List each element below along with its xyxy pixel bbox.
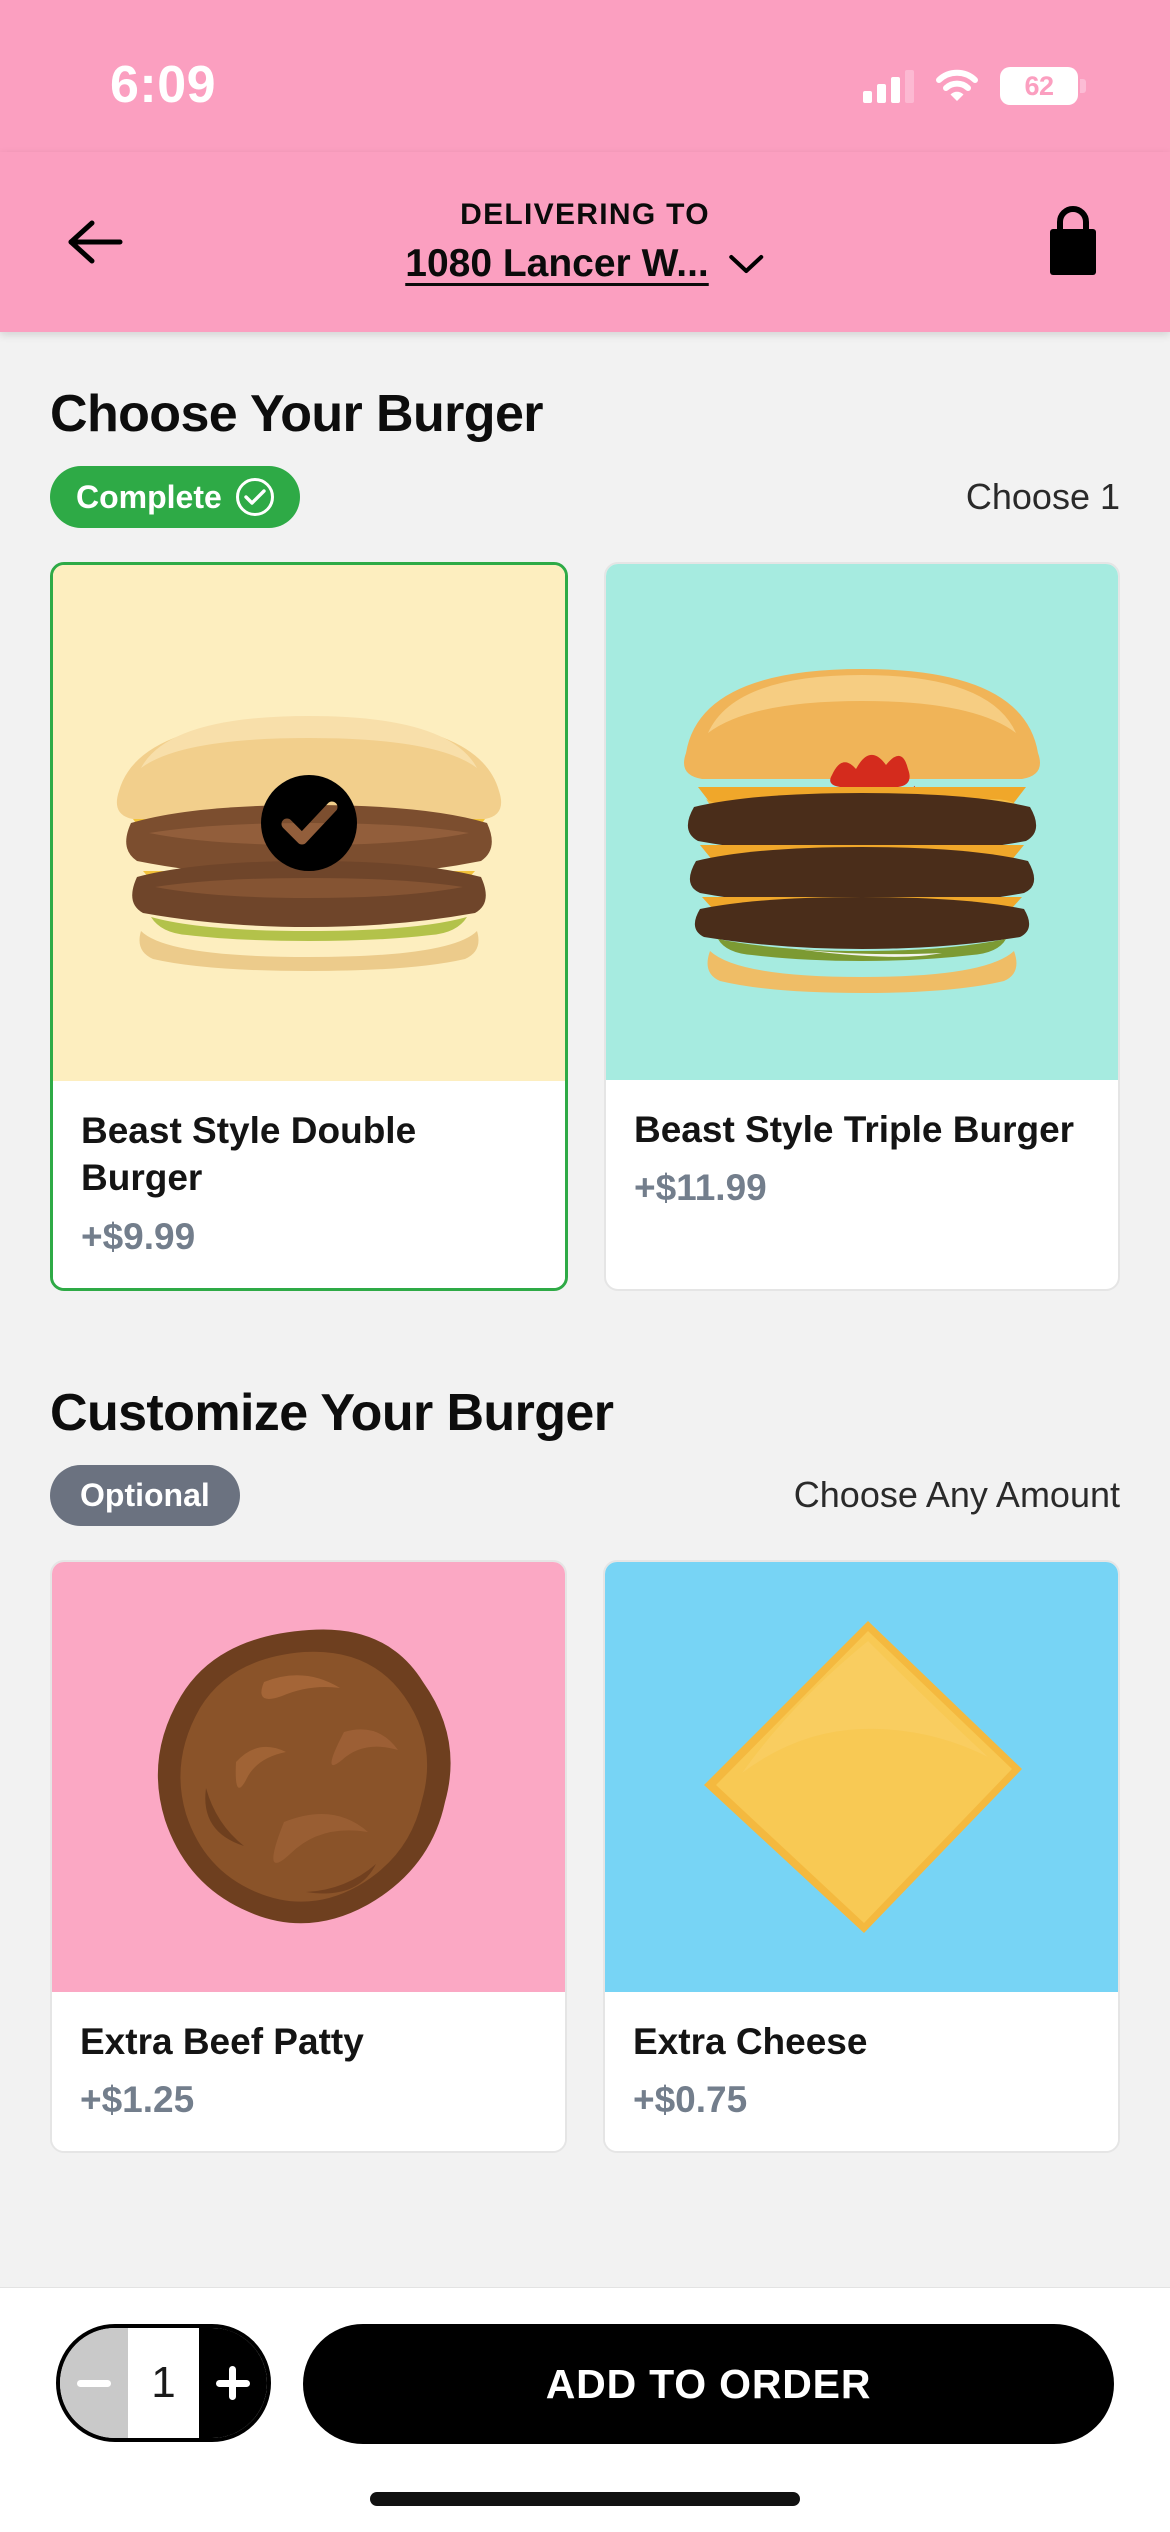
back-arrow-icon (68, 220, 123, 264)
minus-icon (77, 2379, 112, 2387)
option-price: +$11.99 (634, 1167, 767, 1209)
option-card-body: Extra Cheese +$0.75 (605, 1991, 1118, 2152)
battery-icon: 62 (1000, 67, 1086, 105)
option-card-body: Beast Style Double Burger +$9.99 (53, 1081, 565, 1288)
home-indicator (370, 2492, 800, 2506)
section-rule-text: Choose 1 (965, 476, 1120, 517)
shopping-bag-icon (1050, 206, 1096, 275)
section-meta: Optional Choose Any Amount (50, 1464, 1120, 1526)
option-card-body: Extra Beef Patty +$1.25 (52, 1991, 565, 2152)
plus-icon-vertical (229, 2366, 237, 2400)
section-meta: Complete Choose 1 (50, 466, 1120, 528)
option-card-beast-style-double-burger[interactable]: Beast Style Double Burger +$9.99 (50, 562, 568, 1291)
section-title: Customize Your Burger (50, 1383, 614, 1442)
status-badge-label: Optional (80, 1476, 210, 1513)
wifi-icon (936, 69, 978, 103)
triple-burger-illustration (684, 669, 1040, 993)
page-content: Choose Your Burger Complete Choose 1 Bea… (0, 332, 1170, 2532)
extra-cheese-photo (605, 1561, 1118, 1992)
option-card-extra-cheese[interactable]: Extra Cheese +$0.75 (603, 1559, 1120, 2154)
cellular-signal-icon (863, 69, 914, 103)
shopping-bag-button[interactable] (1038, 206, 1108, 277)
status-badge-complete: Complete (50, 466, 300, 528)
quantity-decrement-button[interactable] (60, 2328, 129, 2438)
app-header: DELIVERING TO 1080 Lancer W... (0, 152, 1170, 332)
section-rule-text: Choose Any Amount (793, 1474, 1120, 1516)
extra-beef-patty-photo (52, 1561, 565, 1992)
status-bar-icons: 62 (863, 67, 1086, 105)
quantity-stepper[interactable]: 1 (56, 2324, 271, 2442)
option-name: Beast Style Double Burger (81, 1110, 417, 1199)
option-price: +$9.99 (81, 1215, 196, 1257)
section-choose-your-burger: Choose Your Burger Complete Choose 1 (0, 332, 1170, 528)
battery-level-text: 62 (1024, 70, 1054, 101)
app-screen: 6:09 62 DELIVERING TO 1080 Lancer W... C… (0, 0, 1170, 2532)
status-badge-label: Complete (76, 478, 222, 515)
option-price: +$0.75 (633, 2079, 748, 2121)
section-customize-your-burger: Customize Your Burger Optional Choose An… (0, 1383, 1170, 1526)
delivery-address-selector[interactable]: DELIVERING TO 1080 Lancer W... (405, 198, 765, 286)
status-bar-time: 6:09 (110, 56, 217, 114)
option-name: Beast Style Triple Burger (634, 1109, 1075, 1150)
burger-options-grid: Beast Style Double Burger +$9.99 Beast S… (0, 562, 1170, 1291)
option-name: Extra Beef Patty (80, 2020, 364, 2062)
option-card-beast-style-triple-burger[interactable]: Beast Style Triple Burger +$11.99 (604, 562, 1120, 1291)
bottom-action-bar: 1 ADD TO ORDER (0, 2287, 1170, 2532)
quantity-increment-button[interactable] (198, 2328, 267, 2438)
option-name: Extra Cheese (633, 2020, 868, 2062)
option-card-body: Beast Style Triple Burger +$11.99 (606, 1080, 1118, 1240)
delivery-address-text: 1080 Lancer W... (405, 242, 709, 285)
status-bar: 6:09 62 (0, 0, 1170, 152)
add-to-order-button[interactable]: ADD TO ORDER (303, 2324, 1114, 2444)
delivery-address-row[interactable]: 1080 Lancer W... (405, 242, 765, 286)
beast-style-triple-burger-photo (606, 564, 1118, 1080)
status-badge-optional: Optional (50, 1464, 240, 1526)
beef-patty-illustration (157, 1629, 451, 1923)
back-button[interactable] (58, 205, 132, 279)
option-price: +$1.25 (80, 2079, 195, 2121)
beast-style-double-burger-photo (53, 565, 565, 1081)
option-card-extra-beef-patty[interactable]: Extra Beef Patty +$1.25 (50, 1559, 567, 2154)
delivering-to-label: DELIVERING TO (460, 198, 710, 231)
check-circle-icon (235, 478, 274, 516)
quantity-value: 1 (128, 2328, 199, 2438)
chevron-down-icon (728, 255, 763, 273)
section-title: Choose Your Burger (50, 385, 544, 443)
cheese-slice-illustration (703, 1620, 1022, 1933)
customize-options-grid: Extra Beef Patty +$1.25 Extra Cheese +$0… (0, 1559, 1170, 2154)
checkmark-circle-icon (261, 775, 357, 871)
